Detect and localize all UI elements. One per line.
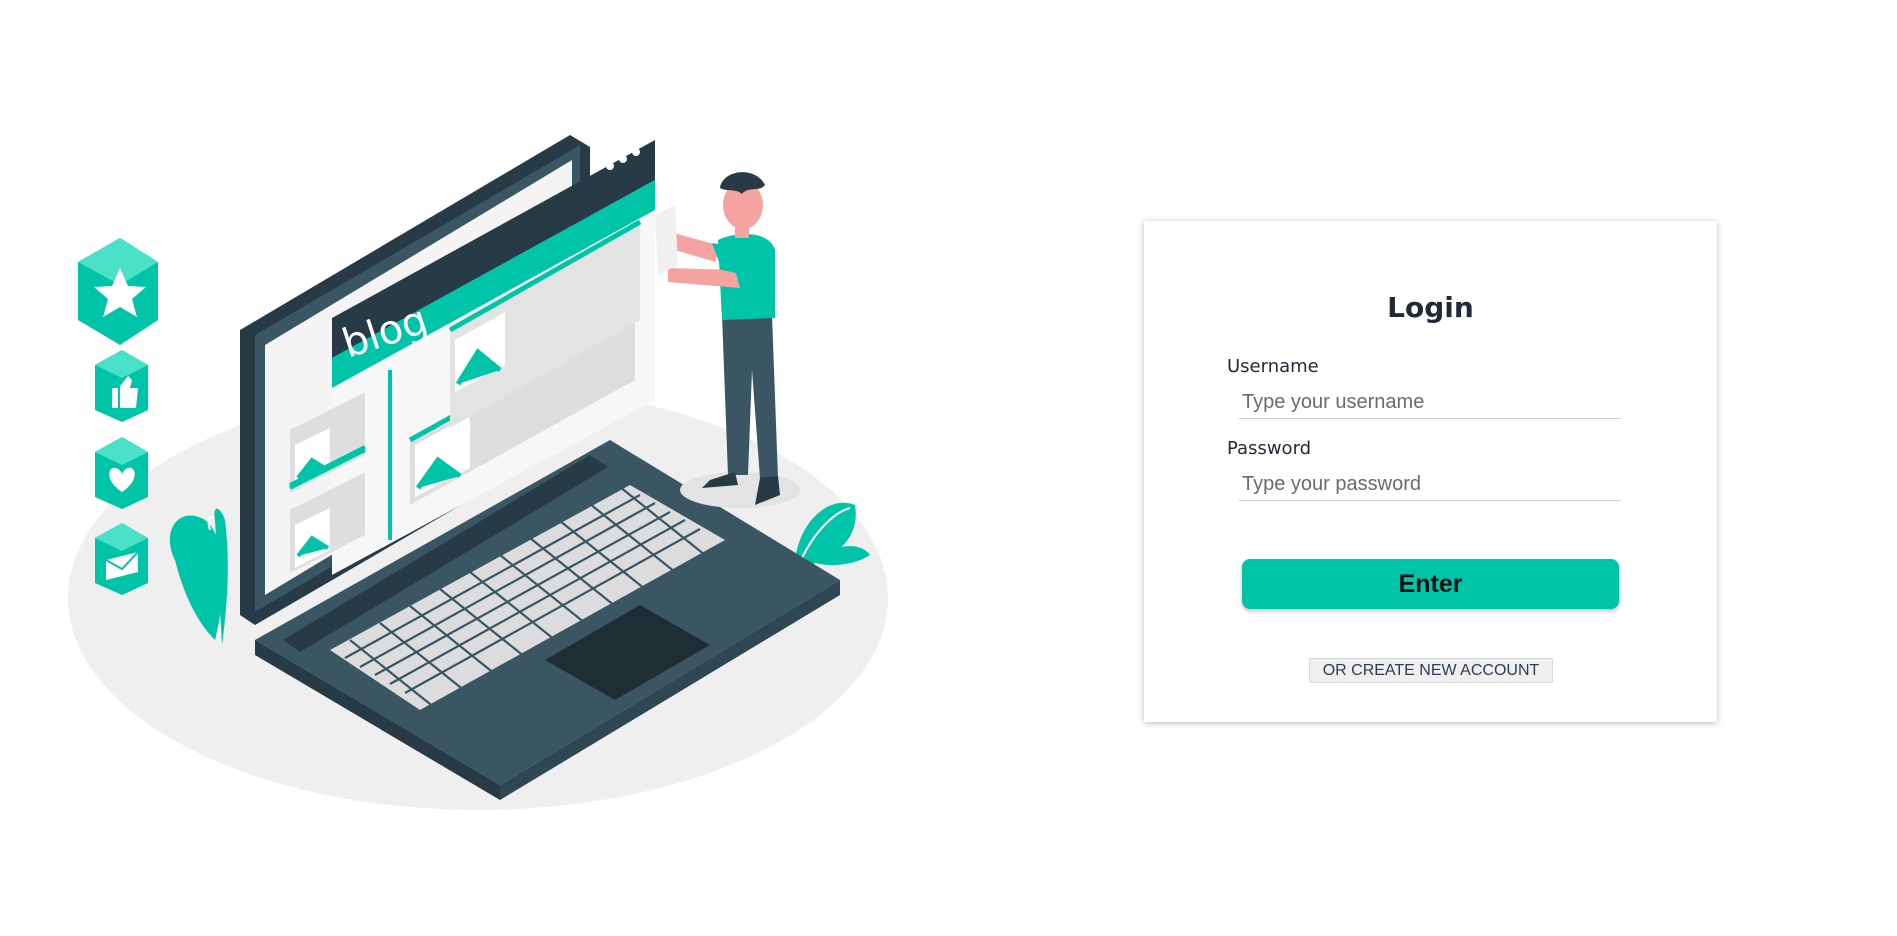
mail-icon bbox=[95, 523, 148, 595]
star-icon bbox=[78, 238, 158, 345]
login-card: Login Username Password Enter OR CREATE … bbox=[1144, 221, 1717, 722]
username-input[interactable] bbox=[1239, 387, 1621, 419]
enter-button[interactable]: Enter bbox=[1242, 559, 1619, 609]
username-label: Username bbox=[1227, 356, 1319, 377]
create-account-button[interactable]: OR CREATE NEW ACCOUNT bbox=[1309, 658, 1553, 683]
password-input[interactable] bbox=[1239, 469, 1621, 501]
heart-icon bbox=[95, 437, 148, 509]
login-title: Login bbox=[1387, 291, 1474, 324]
thumbs-up-icon bbox=[95, 350, 148, 422]
blog-illustration: blog bbox=[68, 135, 888, 810]
password-label: Password bbox=[1227, 438, 1312, 459]
